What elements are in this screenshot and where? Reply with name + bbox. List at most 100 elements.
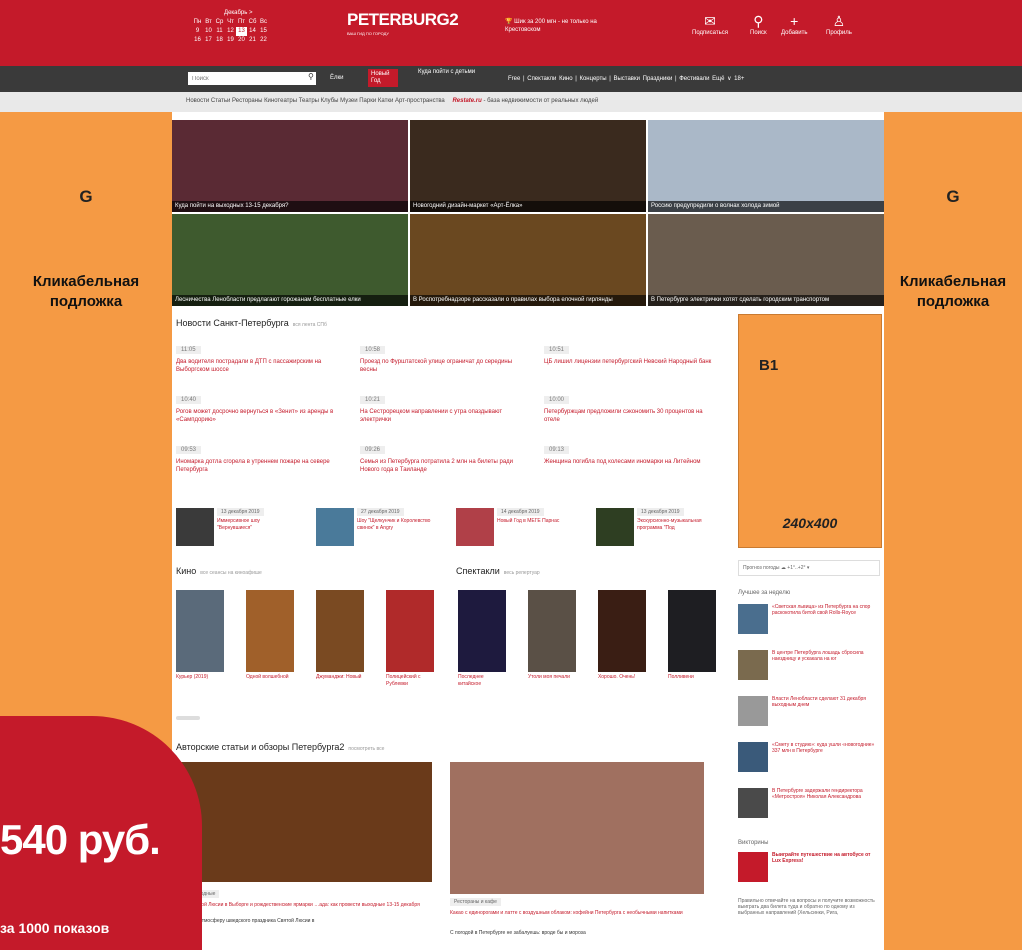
calendar-day[interactable]: 19: [225, 36, 236, 45]
restate-text[interactable]: - база недвижимости от реальных людей: [482, 98, 598, 104]
kino-poster[interactable]: Курьер (2019): [176, 590, 226, 681]
article-image[interactable]: [450, 762, 704, 894]
site-logo[interactable]: PETERBURG2 ВАШ ГИД ПО ГОРОДУ: [347, 10, 459, 36]
featured-tile[interactable]: Куда пойти на выходных 13-15 декабря?: [172, 120, 408, 212]
best-item[interactable]: В центре Петербурга лошадь сбросила наез…: [738, 650, 880, 690]
spekt-poster-title[interactable]: Утоли моя печали: [528, 674, 578, 681]
featured-tile[interactable]: Лесничества Ленобласти предлагают горожа…: [172, 214, 408, 306]
news-headline[interactable]: Петербуржцам предложили сэкономить 30 пр…: [544, 408, 714, 424]
news-item[interactable]: 09:26 Семья из Петербурга потратила 2 млн…: [360, 438, 530, 474]
spekt-poster[interactable]: Утоли моя печали: [528, 590, 578, 681]
nav-right-links[interactable]: Free | Спектакли Кино | Концерты | Выста…: [508, 75, 744, 82]
best-headline[interactable]: В центре Петербурга лошадь сбросила наез…: [772, 650, 880, 662]
profile-button[interactable]: ♙ Профиль: [826, 14, 852, 36]
calendar-day[interactable]: 17: [203, 36, 214, 45]
event-title[interactable]: Новый Год в МЕГЕ Парнас: [497, 518, 575, 525]
calendar-day[interactable]: 15: [258, 27, 269, 36]
news-headline[interactable]: Рогов может досрочно вернуться в «Зенит»…: [176, 408, 346, 424]
spekt-poster[interactable]: Последнее китайское: [458, 590, 508, 688]
calendar-day[interactable]: 10: [203, 27, 214, 36]
search-input[interactable]: [188, 72, 316, 85]
news-item[interactable]: 10:21 На Сестрорецком направлении с утра …: [360, 388, 530, 424]
calendar-day[interactable]: 9: [192, 27, 203, 36]
clickable-background-right[interactable]: G Кликабельная подложка: [884, 112, 1022, 950]
spekt-poster-title[interactable]: Последнее китайское: [458, 674, 508, 688]
news-item[interactable]: 10:51 ЦБ лишил лицензии петербургский Нев…: [544, 338, 714, 366]
best-item[interactable]: «Светская львица» из Петербурга на спор …: [738, 604, 880, 644]
best-item[interactable]: «Смету в студию»: куда ушли «новогодние»…: [738, 742, 880, 782]
news-item[interactable]: 09:53 Иномарка дотла сгорела в утреннем п…: [176, 438, 346, 474]
calendar-day[interactable]: 11: [214, 27, 225, 36]
nav-kids[interactable]: Куда пойти с детьми: [418, 69, 488, 76]
weather-select[interactable]: Прогноз погоды ☁ +1°..+2° ▾: [738, 560, 880, 576]
kino-poster-title[interactable]: Курьер (2019): [176, 674, 226, 681]
news-headline[interactable]: На Сестрорецком направлении с утра опазд…: [360, 408, 530, 424]
news-item[interactable]: 11:05 Два водителя пострадали в ДТП с пас…: [176, 338, 346, 374]
news-more-link[interactable]: вся лента СПб: [293, 322, 327, 328]
article-tag[interactable]: Рестораны и кафе: [450, 898, 501, 906]
restate-logo[interactable]: Restate.ru: [452, 98, 481, 104]
event-title[interactable]: Шоу "Щелкунчик и Королевство свинок" в A…: [357, 518, 435, 532]
best-item[interactable]: В Петербурге задержали гендиректора «Мет…: [738, 788, 880, 828]
featured-tile[interactable]: Новогодний дизайн-маркет «Арт-Ёлка»: [410, 120, 646, 212]
nav-newyear[interactable]: Новый Год: [368, 69, 398, 87]
event-title[interactable]: Экскурсионно-музыкальная программа "Под: [637, 518, 715, 532]
kino-poster-title[interactable]: Одной волшебной: [246, 674, 296, 681]
event-title[interactable]: Иммерсивное шоу "Вернувшиеся": [217, 518, 295, 532]
calendar-day[interactable]: 21: [247, 36, 258, 45]
event-date: 13 декабря 2019: [217, 508, 264, 516]
quiz-item[interactable]: Выиграйте путешествие на автобусе от Lux…: [738, 852, 880, 892]
calendar-day[interactable]: 13: [236, 27, 247, 36]
kino-more-link[interactable]: все сеансы на киноафише: [200, 570, 262, 576]
articles-more-link[interactable]: посмотреть все: [348, 746, 384, 752]
article-image[interactable]: [176, 762, 432, 882]
spekt-poster[interactable]: Хорошо. Очень!: [598, 590, 648, 681]
add-button[interactable]: + Добавить: [781, 14, 808, 36]
news-item[interactable]: 10:58 Проезд по Фурштатской улице огранич…: [360, 338, 530, 374]
subscribe-button[interactable]: ✉ Подписаться: [692, 14, 728, 36]
best-headline[interactable]: В Петербурге задержали гендиректора «Мет…: [772, 788, 880, 800]
kino-poster[interactable]: Джуманджи: Новый: [316, 590, 366, 681]
spekt-more-link[interactable]: весь репертуар: [504, 570, 540, 576]
calendar-day[interactable]: 14: [247, 27, 258, 36]
featured-tile[interactable]: Россию предупредили о волнах холода зимо…: [648, 120, 884, 212]
featured-tile[interactable]: В Петербурге электрички хотят сделать го…: [648, 214, 884, 306]
news-headline[interactable]: ЦБ лишил лицензии петербургский Невский …: [544, 358, 714, 366]
calendar-month[interactable]: Декабрь >: [192, 9, 269, 18]
spekt-poster-title[interactable]: Хорошо. Очень!: [598, 674, 648, 681]
carousel-scrollbar[interactable]: [176, 716, 200, 720]
search-button[interactable]: ⚲ Поиск: [750, 14, 767, 36]
best-headline[interactable]: «Смету в студию»: куда ушли «новогодние»…: [772, 742, 880, 754]
news-item[interactable]: 09:13 Женщина погибла под колесами иномар…: [544, 438, 714, 466]
calendar-day[interactable]: 18: [214, 36, 225, 45]
best-item[interactable]: Власти Ленобласти сделают 31 декабря вых…: [738, 696, 880, 736]
calendar-day[interactable]: 22: [258, 36, 269, 45]
top-header: Декабрь > Пн Вт Ср Чт Пт Сб Вс 9 10 11 12 13 14 15 1…: [0, 0, 1022, 66]
featured-tile[interactable]: В Роспотребнадзоре рассказали о правилах…: [410, 214, 646, 306]
nav-elki[interactable]: Ёлки: [330, 75, 343, 81]
kino-poster-title[interactable]: Джуманджи: Новый: [316, 674, 366, 681]
promo-link[interactable]: 🏆 Шик за 200 мгн - не только на Крестовс…: [505, 18, 625, 34]
calendar-day[interactable]: 20: [236, 36, 247, 45]
calendar-day[interactable]: 16: [192, 36, 203, 45]
kino-poster[interactable]: Полицейский с Рублевки: [386, 590, 436, 688]
calendar-day[interactable]: 12: [225, 27, 236, 36]
news-headline[interactable]: Семья из Петербурга потратила 2 млн на б…: [360, 458, 530, 474]
news-headline[interactable]: Иномарка дотла сгорела в утреннем пожаре…: [176, 458, 346, 474]
banner-b1[interactable]: B1 240x400: [738, 314, 882, 548]
news-item[interactable]: 10:00 Петербуржцам предложили сэкономить …: [544, 388, 714, 424]
spekt-poster-title[interactable]: Полливени: [668, 674, 718, 681]
news-item[interactable]: 10:40 Рогов может досрочно вернуться в «З…: [176, 388, 346, 424]
spekt-poster[interactable]: Полливени: [668, 590, 718, 681]
kino-poster[interactable]: Одной волшебной: [246, 590, 296, 681]
article-title[interactable]: Какао с единорогами и латте с воздушным …: [450, 910, 704, 916]
best-headline[interactable]: Власти Ленобласти сделают 31 декабря вых…: [772, 696, 880, 708]
kino-poster-title[interactable]: Полицейский с Рублевки: [386, 674, 436, 688]
best-headline[interactable]: «Светская львица» из Петербурга на спор …: [772, 604, 880, 616]
search-submit-icon[interactable]: ⚲: [308, 72, 314, 81]
news-headline[interactable]: Проезд по Фурштатской улице ограничат до…: [360, 358, 530, 374]
news-headline[interactable]: Женщина погибла под колесами иномарки на…: [544, 458, 714, 466]
article-title[interactable]: …ник Святой Люсии в Выборге и рождествен…: [176, 902, 432, 908]
news-headline[interactable]: Два водителя пострадали в ДТП с пассажир…: [176, 358, 346, 374]
subnav-links[interactable]: Новости Статьи Рестораны Кинотеатры Теат…: [186, 98, 445, 104]
